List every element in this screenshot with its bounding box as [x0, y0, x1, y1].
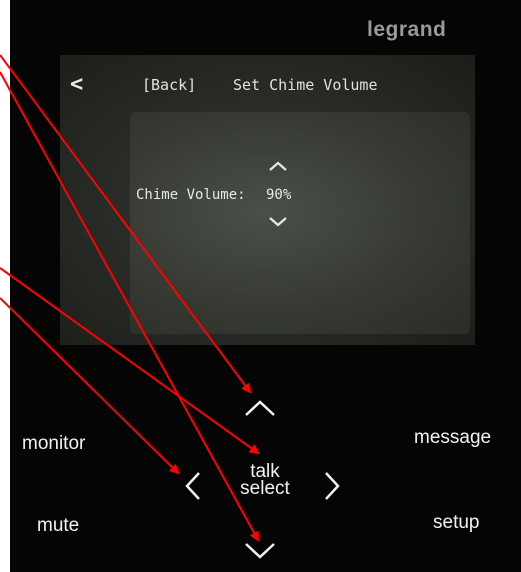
nav-right-button[interactable]: [325, 472, 340, 500]
nav-up-button[interactable]: [245, 400, 275, 416]
annotation-arrow-up: [0, 54, 252, 394]
lcd-volume-down-icon[interactable]: [269, 217, 287, 227]
annotation-arrow-down: [0, 71, 259, 542]
nav-left-button[interactable]: [185, 472, 200, 500]
lcd-volume-up-icon[interactable]: [269, 161, 287, 171]
annotation-arrow-left: [0, 297, 180, 475]
nav-down-button[interactable]: [245, 543, 275, 559]
